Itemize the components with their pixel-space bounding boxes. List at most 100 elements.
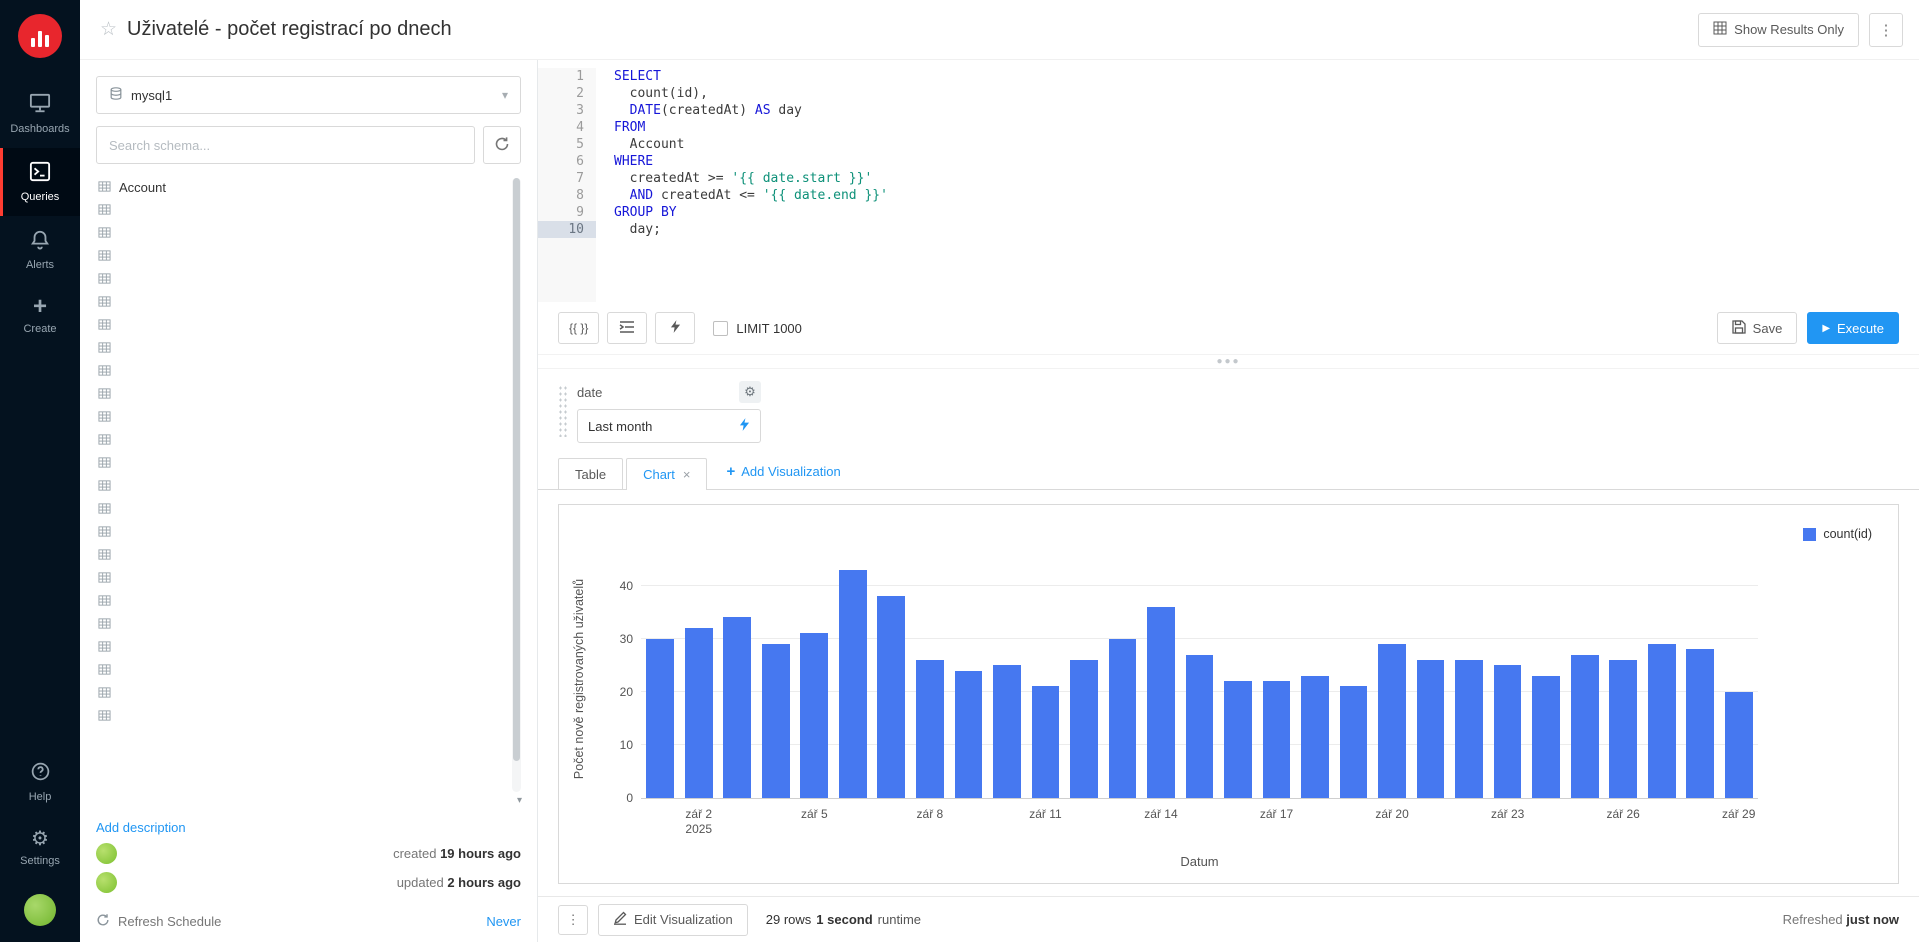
creator-avatar[interactable] <box>96 843 117 864</box>
limit-checkbox[interactable] <box>713 321 728 336</box>
x-tick-label: zář 26 <box>1607 807 1640 822</box>
schema-table-row[interactable] <box>96 521 505 544</box>
schema-table-row[interactable] <box>96 337 505 360</box>
tab-table[interactable]: Table <box>558 458 623 489</box>
sidebar-item-settings[interactable]: ⚙ Settings <box>0 816 80 880</box>
bar[interactable] <box>646 639 674 798</box>
schema-table-row[interactable] <box>96 360 505 383</box>
bar[interactable] <box>1224 681 1252 798</box>
bar[interactable] <box>1725 692 1753 798</box>
format-query-button[interactable] <box>607 312 647 344</box>
parameter-settings-button[interactable]: ⚙ <box>739 381 761 403</box>
bar[interactable] <box>762 644 790 798</box>
grid-icon <box>1713 21 1727 38</box>
bar[interactable] <box>1455 660 1483 798</box>
sidebar-item-queries[interactable]: Queries <box>0 148 80 216</box>
scroll-down-icon[interactable]: ▾ <box>517 795 522 806</box>
results-more-menu-button[interactable]: ⋮ <box>558 905 588 935</box>
add-visualization-button[interactable]: + Add Visualization <box>726 455 840 489</box>
bar[interactable] <box>1186 655 1214 798</box>
datasource-select[interactable]: mysql1 ▾ <box>96 76 521 114</box>
bar[interactable] <box>1378 644 1406 798</box>
schema-table-row[interactable] <box>96 544 505 567</box>
schema-table-row[interactable] <box>96 498 505 521</box>
add-description-link[interactable]: Add description <box>96 820 521 835</box>
bar[interactable] <box>1417 660 1445 798</box>
schema-table-row[interactable] <box>96 406 505 429</box>
schema-table-row[interactable] <box>96 567 505 590</box>
bar[interactable] <box>800 633 828 798</box>
bar[interactable] <box>723 617 751 798</box>
sidebar-item-dashboards[interactable]: Dashboards <box>0 80 80 148</box>
schema-table-row[interactable] <box>96 314 505 337</box>
parameter-value-input[interactable]: Last month <box>577 409 761 443</box>
bar[interactable] <box>993 665 1021 798</box>
bar[interactable] <box>1571 655 1599 798</box>
schema-table-row[interactable] <box>96 245 505 268</box>
schema-table-row[interactable] <box>96 222 505 245</box>
schema-table-row[interactable] <box>96 705 505 728</box>
bar[interactable] <box>1532 676 1560 798</box>
schema-table-row[interactable] <box>96 268 505 291</box>
bar[interactable] <box>839 570 867 798</box>
save-button[interactable]: Save <box>1717 312 1798 344</box>
sidebar-item-create[interactable]: + Create <box>0 284 80 348</box>
bar[interactable] <box>955 671 983 798</box>
bar[interactable] <box>1109 639 1137 798</box>
schema-table-row[interactable] <box>96 291 505 314</box>
schema-table-row[interactable] <box>96 659 505 682</box>
editor-code[interactable]: SELECT count(id), DATE(createdAt) AS day… <box>596 68 1919 302</box>
schema-table-row[interactable] <box>96 613 505 636</box>
bar[interactable] <box>1263 681 1291 798</box>
user-avatar[interactable] <box>24 894 56 926</box>
redash-logo-icon[interactable] <box>18 14 62 58</box>
sql-editor[interactable]: 12345678910 SELECT count(id), DATE(creat… <box>538 60 1919 302</box>
sidebar-item-alerts[interactable]: Alerts <box>0 216 80 284</box>
refresh-schedule-value-link[interactable]: Never <box>486 914 521 929</box>
bar[interactable] <box>1301 676 1329 798</box>
favorite-star-icon[interactable]: ☆ <box>100 18 117 41</box>
limit-control[interactable]: LIMIT 1000 <box>713 321 802 336</box>
schema-table-row[interactable] <box>96 452 505 475</box>
schema-table-row[interactable] <box>96 383 505 406</box>
apply-changes-icon[interactable] <box>739 417 750 435</box>
schema-table-row[interactable] <box>96 590 505 613</box>
execute-button[interactable]: ▶ Execute <box>1807 312 1899 344</box>
bar[interactable] <box>1648 644 1676 798</box>
header-more-menu-button[interactable]: ⋮ <box>1869 13 1903 47</box>
schema-table-row[interactable] <box>96 636 505 659</box>
chart-panel: count(id) Počet nově registrovaných uživ… <box>558 504 1899 884</box>
bar[interactable] <box>1070 660 1098 798</box>
refresh-icon <box>96 913 110 930</box>
sidebar-item-help[interactable]: Help <box>0 748 80 816</box>
close-icon[interactable]: × <box>683 467 691 482</box>
schema-refresh-button[interactable] <box>483 126 521 164</box>
schema-table-row[interactable] <box>96 199 505 222</box>
show-results-only-button[interactable]: Show Results Only <box>1698 13 1859 47</box>
bar[interactable] <box>685 628 713 798</box>
schema-scrollbar[interactable] <box>512 178 521 792</box>
bar[interactable] <box>1147 607 1175 798</box>
edit-visualization-button[interactable]: Edit Visualization <box>598 904 748 936</box>
y-tick-label: 10 <box>620 738 633 752</box>
bar[interactable] <box>1340 686 1368 798</box>
bar[interactable] <box>877 596 905 798</box>
schema-table-row[interactable] <box>96 475 505 498</box>
tab-chart[interactable]: Chart × <box>626 458 707 490</box>
updater-avatar[interactable] <box>96 872 117 893</box>
resize-handle[interactable]: ●●● <box>538 354 1919 369</box>
schema-search-input[interactable] <box>96 126 475 164</box>
chart-legend[interactable]: count(id) <box>1803 527 1872 541</box>
bar[interactable] <box>1032 686 1060 798</box>
insert-parameter-button[interactable]: {{ }} <box>558 312 599 344</box>
autocomplete-toggle-button[interactable] <box>655 312 695 344</box>
drag-handle-icon[interactable] <box>558 385 567 437</box>
bar[interactable] <box>1609 660 1637 798</box>
schema-table-row[interactable]: Account <box>96 176 505 199</box>
scrollbar-thumb[interactable] <box>513 178 520 761</box>
schema-table-row[interactable] <box>96 429 505 452</box>
schema-table-row[interactable] <box>96 682 505 705</box>
bar[interactable] <box>916 660 944 798</box>
bar[interactable] <box>1494 665 1522 798</box>
bar[interactable] <box>1686 649 1714 798</box>
